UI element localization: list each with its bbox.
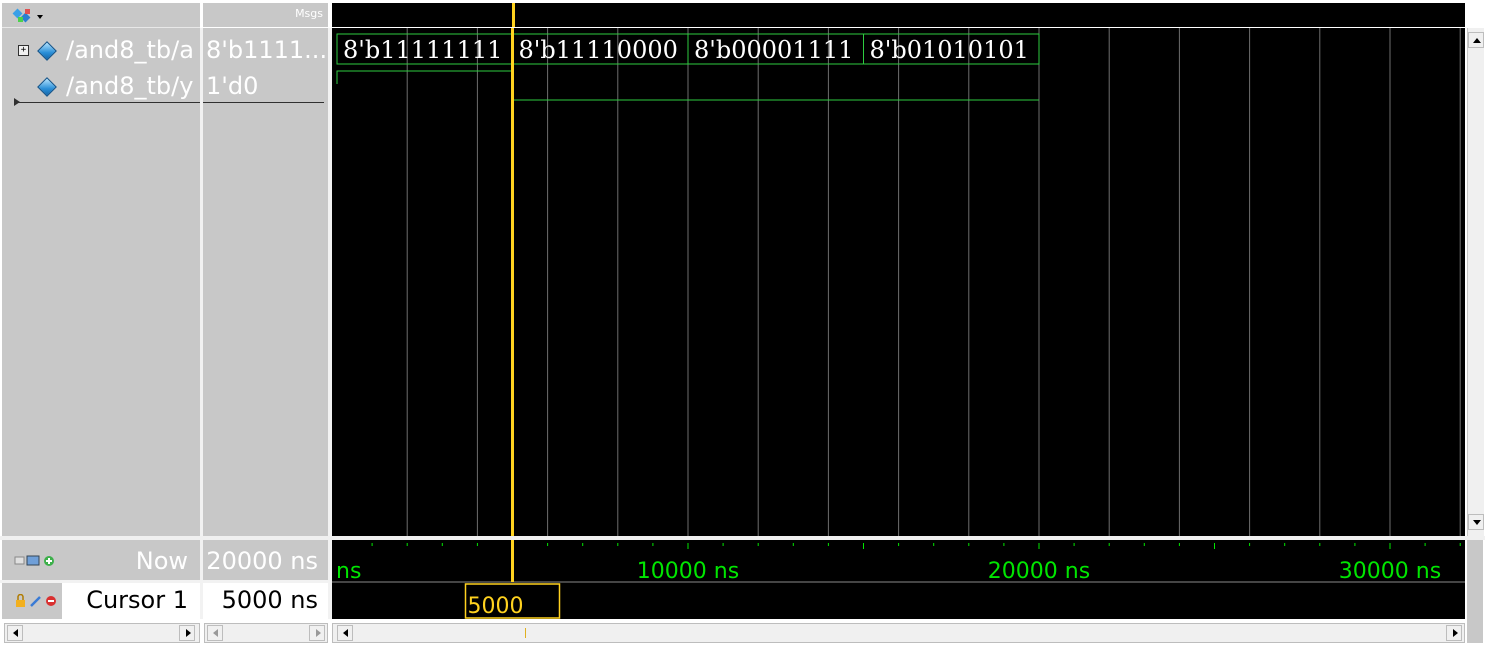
header-wave bbox=[332, 3, 1465, 27]
bus-value-label: 8'b01010101 bbox=[870, 36, 1029, 64]
signal-name[interactable]: /and8_tb/y bbox=[66, 72, 193, 100]
scroll-right-button[interactable] bbox=[309, 625, 325, 641]
cursor-row[interactable]: Cursor 1 bbox=[2, 583, 200, 619]
now-toolbar-icons[interactable] bbox=[14, 554, 60, 568]
names-hscrollbar[interactable] bbox=[4, 623, 200, 643]
scroll-left-button[interactable] bbox=[337, 625, 353, 641]
waveform-pane[interactable]: 8'b11111111 8'b11110000 8'b00001111 8'b0101… bbox=[332, 28, 1465, 536]
corner-filler bbox=[1467, 540, 1483, 643]
scroll-right-button[interactable] bbox=[179, 625, 195, 641]
signal-row-y[interactable]: /and8_tb/y bbox=[2, 70, 200, 106]
scroll-left-button[interactable] bbox=[207, 625, 223, 641]
wave-window-icon[interactable] bbox=[10, 7, 44, 25]
cursor-lock-icon bbox=[16, 594, 25, 607]
now-label: Now bbox=[135, 547, 188, 575]
signal-value: 1'd0 bbox=[206, 72, 259, 100]
selection-underline bbox=[14, 102, 200, 103]
waveform-canvas[interactable]: 8'b11111111 8'b11110000 8'b00001111 8'b0101… bbox=[332, 28, 1465, 536]
signal-row-a[interactable]: + /and8_tb/a bbox=[2, 34, 200, 70]
ruler-label: 20000 ns bbox=[988, 559, 1090, 584]
signal-diamond-icon bbox=[37, 77, 57, 97]
bus-value-label: 8'b00001111 bbox=[694, 36, 853, 64]
vertical-scrollbar[interactable] bbox=[1467, 28, 1484, 536]
cursor-line-header bbox=[511, 3, 515, 27]
bus-value-label: 8'b11110000 bbox=[519, 36, 678, 64]
signal-name[interactable]: /and8_tb/a bbox=[66, 36, 194, 64]
cursor-remove-icon bbox=[46, 596, 56, 606]
ruler-label: 10000 ns bbox=[637, 559, 739, 584]
selection-underline bbox=[203, 102, 324, 103]
now-value: 20000 ns bbox=[206, 547, 318, 575]
cursor-value-cell[interactable]: 5000 ns bbox=[203, 583, 328, 619]
cursor-toolbar[interactable] bbox=[14, 594, 64, 608]
scroll-cursor-marker bbox=[525, 628, 526, 638]
cursor-label-box[interactable]: Cursor 1 bbox=[62, 583, 200, 619]
insertion-marker-icon bbox=[14, 98, 20, 106]
scroll-right-button[interactable] bbox=[1446, 625, 1462, 641]
time-ruler[interactable]: ns 10000 ns 20000 ns 30000 ns 5000 bbox=[332, 540, 1465, 619]
now-row: Now bbox=[2, 540, 200, 580]
wave-hscrollbar[interactable] bbox=[332, 623, 1465, 643]
signal-values-pane[interactable]: 8'b1111... 1'd0 bbox=[203, 28, 328, 536]
bus-value-label: 8'b11111111 bbox=[343, 36, 502, 64]
row-divider bbox=[0, 580, 332, 583]
signal-value: 8'b1111... bbox=[206, 36, 328, 64]
now-value-cell: 20000 ns bbox=[203, 540, 328, 580]
cursor-value[interactable]: 5000 ns bbox=[222, 586, 318, 614]
header-msgs: Msgs bbox=[203, 3, 328, 27]
scroll-left-button[interactable] bbox=[7, 625, 23, 641]
cursor-edit-icon bbox=[30, 596, 41, 607]
time-ruler-canvas[interactable]: ns 10000 ns 20000 ns 30000 ns 5000 bbox=[332, 540, 1465, 619]
cursor-label[interactable]: Cursor 1 bbox=[86, 586, 188, 614]
scroll-down-button[interactable] bbox=[1468, 514, 1484, 530]
values-hscrollbar[interactable] bbox=[204, 623, 328, 643]
expand-plus-icon[interactable]: + bbox=[18, 45, 29, 56]
msgs-label: Msgs bbox=[295, 7, 323, 20]
signal-names-pane[interactable]: + /and8_tb/a /and8_tb/y bbox=[2, 28, 200, 536]
signal-diamond-icon bbox=[37, 41, 57, 61]
header-names bbox=[2, 3, 200, 28]
ruler-label: 30000 ns bbox=[1339, 559, 1441, 584]
scroll-up-button[interactable] bbox=[1468, 32, 1484, 48]
cursor-marker-label: 5000 bbox=[468, 594, 524, 619]
ruler-label: ns bbox=[336, 559, 361, 584]
